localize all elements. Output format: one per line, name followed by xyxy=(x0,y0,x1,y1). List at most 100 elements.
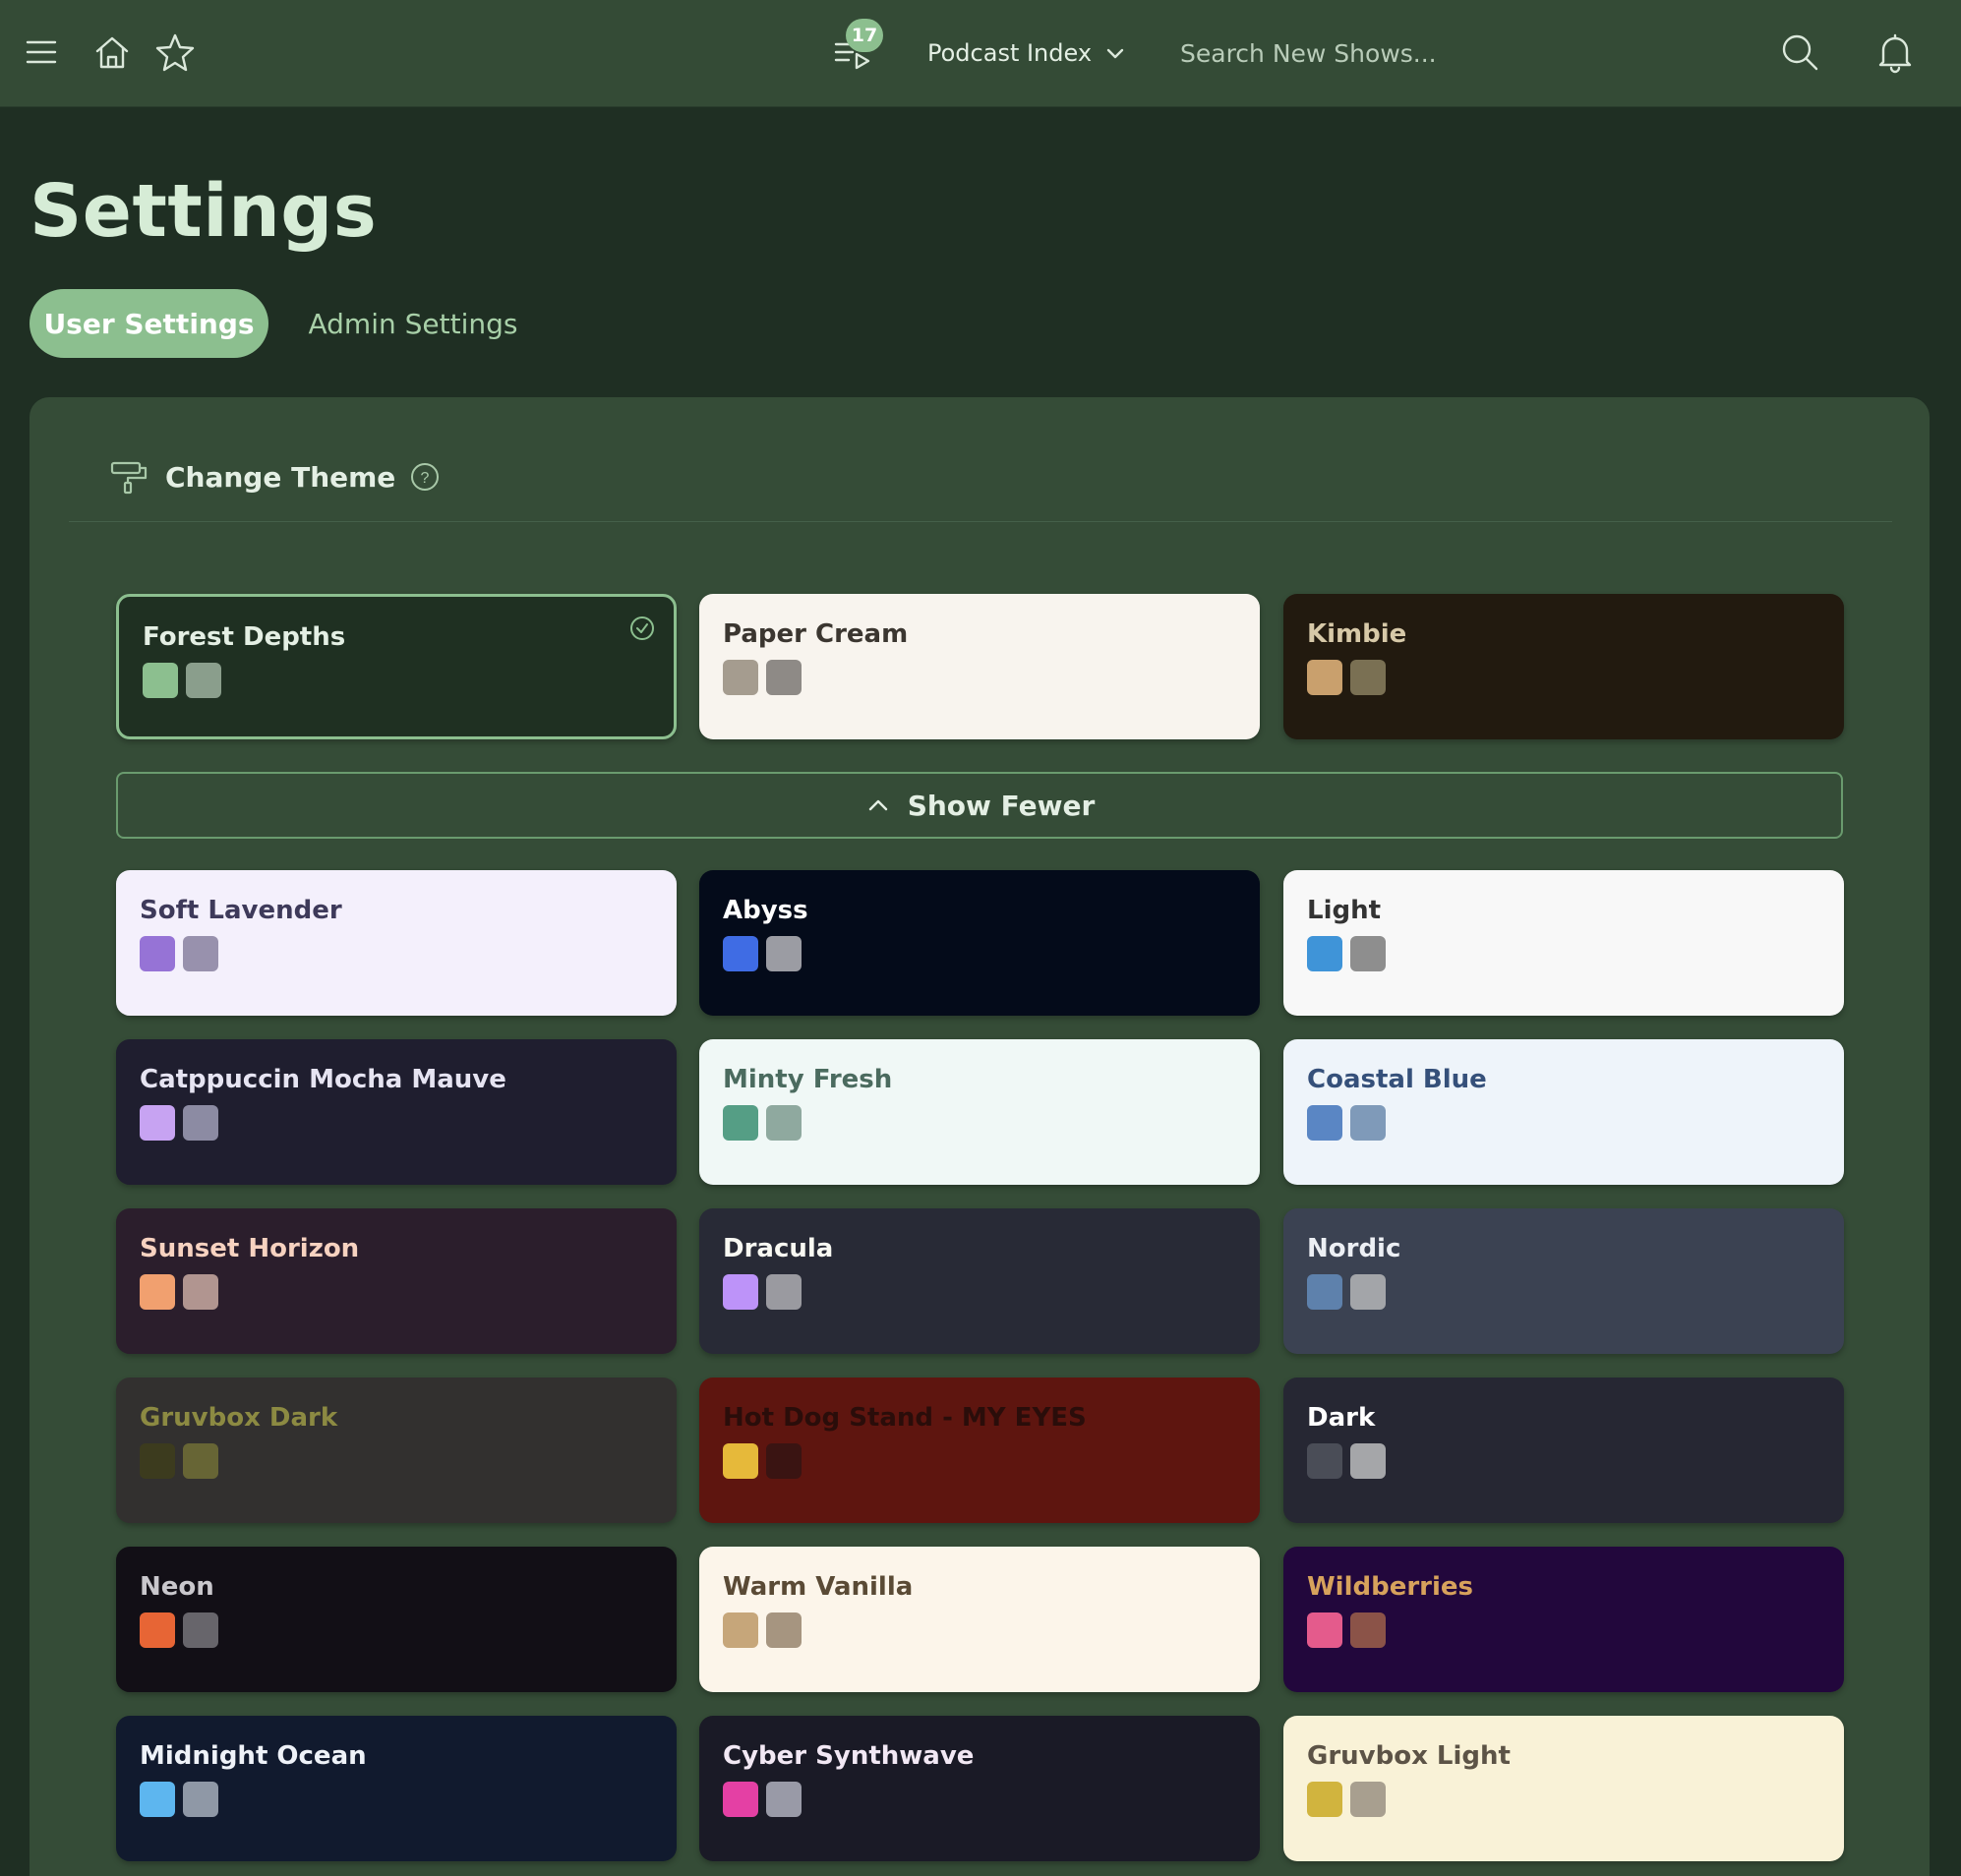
top-bar: 17 Podcast Index xyxy=(0,0,1961,107)
theme-card[interactable]: Soft Lavender xyxy=(116,870,677,1016)
theme-card[interactable]: Midnight Ocean xyxy=(116,1716,677,1861)
theme-name: Warm Vanilla xyxy=(723,1572,914,1602)
tab-admin-settings[interactable]: Admin Settings xyxy=(295,289,531,358)
secondary-color-swatch xyxy=(1350,1105,1386,1141)
podcast-selector[interactable]: Podcast Index xyxy=(927,29,1127,77)
primary-color-swatch xyxy=(723,1105,758,1141)
theme-card[interactable]: Neon xyxy=(116,1547,677,1692)
primary-color-swatch xyxy=(723,660,758,695)
secondary-color-swatch xyxy=(186,663,221,698)
theme-name: Kimbie xyxy=(1307,619,1407,649)
primary-color-swatch xyxy=(1307,1782,1342,1817)
theme-card[interactable]: Paper Cream xyxy=(699,594,1260,739)
secondary-color-swatch xyxy=(183,1612,218,1648)
theme-card[interactable]: Minty Fresh xyxy=(699,1039,1260,1185)
show-fewer-button[interactable]: Show Fewer xyxy=(116,772,1843,839)
theme-card[interactable]: Dracula xyxy=(699,1208,1260,1354)
theme-name: Coastal Blue xyxy=(1307,1065,1487,1094)
theme-name: Soft Lavender xyxy=(140,896,342,925)
secondary-color-swatch xyxy=(1350,936,1386,971)
primary-color-swatch xyxy=(140,1443,175,1479)
theme-card[interactable]: Coastal Blue xyxy=(1283,1039,1844,1185)
theme-name: Sunset Horizon xyxy=(140,1234,360,1263)
secondary-color-swatch xyxy=(183,1105,218,1141)
theme-name: Forest Depths xyxy=(143,622,346,652)
theme-card[interactable]: Sunset Horizon xyxy=(116,1208,677,1354)
theme-name: Gruvbox Light xyxy=(1307,1741,1511,1771)
theme-name: Paper Cream xyxy=(723,619,909,649)
primary-color-swatch xyxy=(1307,936,1342,971)
theme-card[interactable]: Cyber Synthwave xyxy=(699,1716,1260,1861)
primary-color-swatch xyxy=(723,1612,758,1648)
primary-color-swatch xyxy=(723,1274,758,1310)
podcast-selector-label: Podcast Index xyxy=(927,39,1093,67)
star-icon[interactable] xyxy=(149,26,202,79)
theme-card[interactable]: Gruvbox Dark xyxy=(116,1378,677,1523)
theme-card[interactable]: Forest Depths xyxy=(116,594,677,739)
primary-color-swatch xyxy=(140,936,175,971)
theme-card[interactable]: Catppuccin Mocha Mauve xyxy=(116,1039,677,1185)
secondary-color-swatch xyxy=(1350,1443,1386,1479)
theme-card[interactable]: Warm Vanilla xyxy=(699,1547,1260,1692)
theme-card[interactable]: Dark xyxy=(1283,1378,1844,1523)
theme-card[interactable]: Abyss xyxy=(699,870,1260,1016)
theme-name: Cyber Synthwave xyxy=(723,1741,975,1771)
theme-name: Minty Fresh xyxy=(723,1065,893,1094)
theme-name: Light xyxy=(1307,896,1382,925)
theme-name: Wildberries xyxy=(1307,1572,1474,1602)
home-icon[interactable] xyxy=(86,26,139,79)
theme-card[interactable]: Gruvbox Light xyxy=(1283,1716,1844,1861)
secondary-color-swatch xyxy=(766,1782,802,1817)
primary-color-swatch xyxy=(1307,1274,1342,1310)
primary-color-swatch xyxy=(1307,1105,1342,1141)
secondary-color-swatch xyxy=(183,1782,218,1817)
show-fewer-label: Show Fewer xyxy=(907,789,1096,822)
primary-color-swatch xyxy=(140,1274,175,1310)
secondary-color-swatch xyxy=(183,1274,218,1310)
primary-color-swatch xyxy=(140,1105,175,1141)
queue-count-badge: 17 xyxy=(846,19,883,52)
selected-check-icon xyxy=(630,616,654,640)
theme-name: Abyss xyxy=(723,896,808,925)
secondary-color-swatch xyxy=(766,1274,802,1310)
primary-color-swatch xyxy=(723,1443,758,1479)
theme-card[interactable]: Kimbie xyxy=(1283,594,1844,739)
theme-name: Dark xyxy=(1307,1403,1376,1433)
secondary-color-swatch xyxy=(766,1612,802,1648)
primary-color-swatch xyxy=(140,1612,175,1648)
tab-user-settings[interactable]: User Settings xyxy=(30,289,268,358)
theme-card[interactable]: Hot Dog Stand - MY EYES xyxy=(699,1378,1260,1523)
theme-name: Neon xyxy=(140,1572,214,1602)
change-theme-title: Change Theme xyxy=(165,460,396,494)
theme-name: Catppuccin Mocha Mauve xyxy=(140,1065,506,1094)
primary-color-swatch xyxy=(1307,1612,1342,1648)
theme-card[interactable]: Nordic xyxy=(1283,1208,1844,1354)
primary-color-swatch xyxy=(140,1782,175,1817)
theme-name: Dracula xyxy=(723,1234,834,1263)
menu-icon[interactable] xyxy=(15,26,68,79)
search-icon[interactable] xyxy=(1773,26,1826,79)
theme-name: Midnight Ocean xyxy=(140,1741,367,1771)
theme-name: Nordic xyxy=(1307,1234,1401,1263)
primary-color-swatch xyxy=(143,663,178,698)
chevron-down-icon xyxy=(1106,48,1124,59)
secondary-color-swatch xyxy=(766,1443,802,1479)
bell-icon[interactable] xyxy=(1869,26,1922,79)
theme-card[interactable]: Light xyxy=(1283,870,1844,1016)
secondary-color-swatch xyxy=(766,1105,802,1141)
primary-color-swatch xyxy=(1307,1443,1342,1479)
theme-name: Hot Dog Stand - MY EYES xyxy=(723,1403,1087,1433)
change-theme-header: Change Theme ? xyxy=(108,450,441,503)
secondary-color-swatch xyxy=(1350,1612,1386,1648)
theme-card[interactable]: Wildberries xyxy=(1283,1547,1844,1692)
secondary-color-swatch xyxy=(1350,660,1386,695)
help-icon[interactable]: ? xyxy=(409,461,441,493)
svg-text:?: ? xyxy=(421,470,430,487)
secondary-color-swatch xyxy=(183,1443,218,1479)
primary-color-swatch xyxy=(1307,660,1342,695)
secondary-color-swatch xyxy=(183,936,218,971)
secondary-color-swatch xyxy=(1350,1782,1386,1817)
secondary-color-swatch xyxy=(1350,1274,1386,1310)
search-input[interactable] xyxy=(1180,28,1652,79)
primary-color-swatch xyxy=(723,936,758,971)
